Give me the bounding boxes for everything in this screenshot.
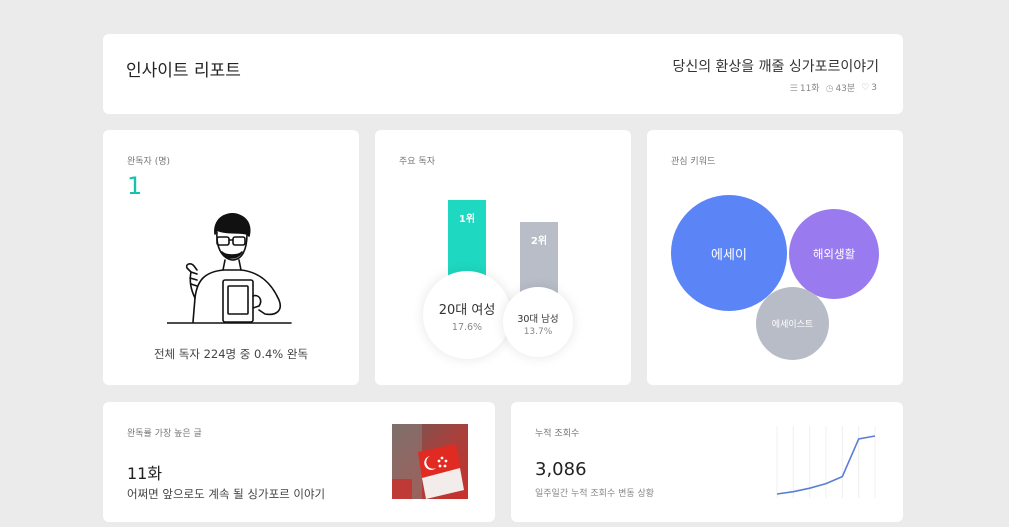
rank-2-bubble: 30대 남성 13.7% xyxy=(503,287,573,357)
post-episode: 11화 xyxy=(127,464,163,483)
keywords-label: 관심 키워드 xyxy=(671,157,716,167)
report-header: 인사이트 리포트 당신의 환상을 깨줄 싱가포르이야기 ☰ 11화 ◷ 43분 ♡ 3 xyxy=(103,34,903,114)
likes-stat: ♡ 3 xyxy=(861,83,877,93)
rank-1-percent: 17.6% xyxy=(451,322,483,333)
book-title[interactable]: 당신의 환상을 깨줄 싱가포르이야기 xyxy=(672,56,879,76)
reader-illustration xyxy=(167,212,292,324)
episodes-count: 11화 xyxy=(799,84,820,94)
list-icon: ☰ xyxy=(789,84,798,94)
keyword-overseas-life[interactable]: 해외생활 xyxy=(789,209,879,299)
most-completed-post-card[interactable]: 완독률 가장 높은 글 11화 어쩌면 앞으로도 계속 될 싱가포르 이야기 xyxy=(103,402,495,522)
keyword-essayist[interactable]: 에세이스트 xyxy=(756,287,829,360)
episodes-stat: ☰ 11화 xyxy=(790,81,820,94)
cumulative-views-label: 누적 조회수 xyxy=(535,429,580,439)
rank-1-bubble: 20대 여성 17.6% xyxy=(423,271,511,359)
book-meta: ☰ 11화 ◷ 43분 ♡ 3 xyxy=(790,81,877,95)
most-completed-label: 완독률 가장 높은 글 xyxy=(127,429,202,439)
keyword-essay-text: 에세이 xyxy=(711,247,747,263)
heart-icon: ♡ xyxy=(861,82,870,93)
page-title: 인사이트 리포트 xyxy=(126,61,241,81)
rank-2-group: 30대 남성 xyxy=(517,314,559,325)
completed-readers-card: 완독자 (명) 1 전체 독자 224명 중 0.4% 완독 xyxy=(103,130,359,385)
keyword-overseas-life-text: 해외생활 xyxy=(812,247,856,261)
cumulative-views-value: 3,086 xyxy=(535,459,587,480)
rank-2-label: 2위 xyxy=(530,236,548,247)
views-trend-chart xyxy=(776,426,876,498)
completed-readers-label: 완독자 (명) xyxy=(127,157,171,167)
post-title[interactable]: 어쩌면 앞으로도 계속 될 싱가포르 이야기 xyxy=(127,486,325,502)
interest-keywords-card: 관심 키워드 에세이 해외생활 에세이스트 xyxy=(647,130,903,385)
main-readers-label: 주요 독자 xyxy=(399,157,435,167)
rank-1-group: 20대 여성 xyxy=(438,303,496,318)
cumulative-views-card: 누적 조회수 3,086 일주일간 누적 조회수 변동 상황 xyxy=(511,402,903,522)
post-thumbnail[interactable] xyxy=(392,424,468,499)
cumulative-views-subtitle: 일주일간 누적 조회수 변동 상황 xyxy=(535,489,655,499)
likes-count: 3 xyxy=(871,82,877,93)
rank-2-percent: 13.7% xyxy=(523,327,553,337)
read-time-value: 43분 xyxy=(835,84,856,94)
keyword-essayist-text: 에세이스트 xyxy=(771,320,814,330)
completed-readers-footer: 전체 독자 224명 중 0.4% 완독 xyxy=(153,347,309,361)
clock-icon: ◷ xyxy=(825,84,834,94)
read-time-stat: ◷ 43분 xyxy=(826,81,856,94)
main-readers-card: 주요 독자 1위 2위 20대 여성 17.6% 30대 남성 13.7% xyxy=(375,130,631,385)
rank-1-label: 1위 xyxy=(458,214,476,225)
completed-readers-count: 1 xyxy=(127,172,143,200)
